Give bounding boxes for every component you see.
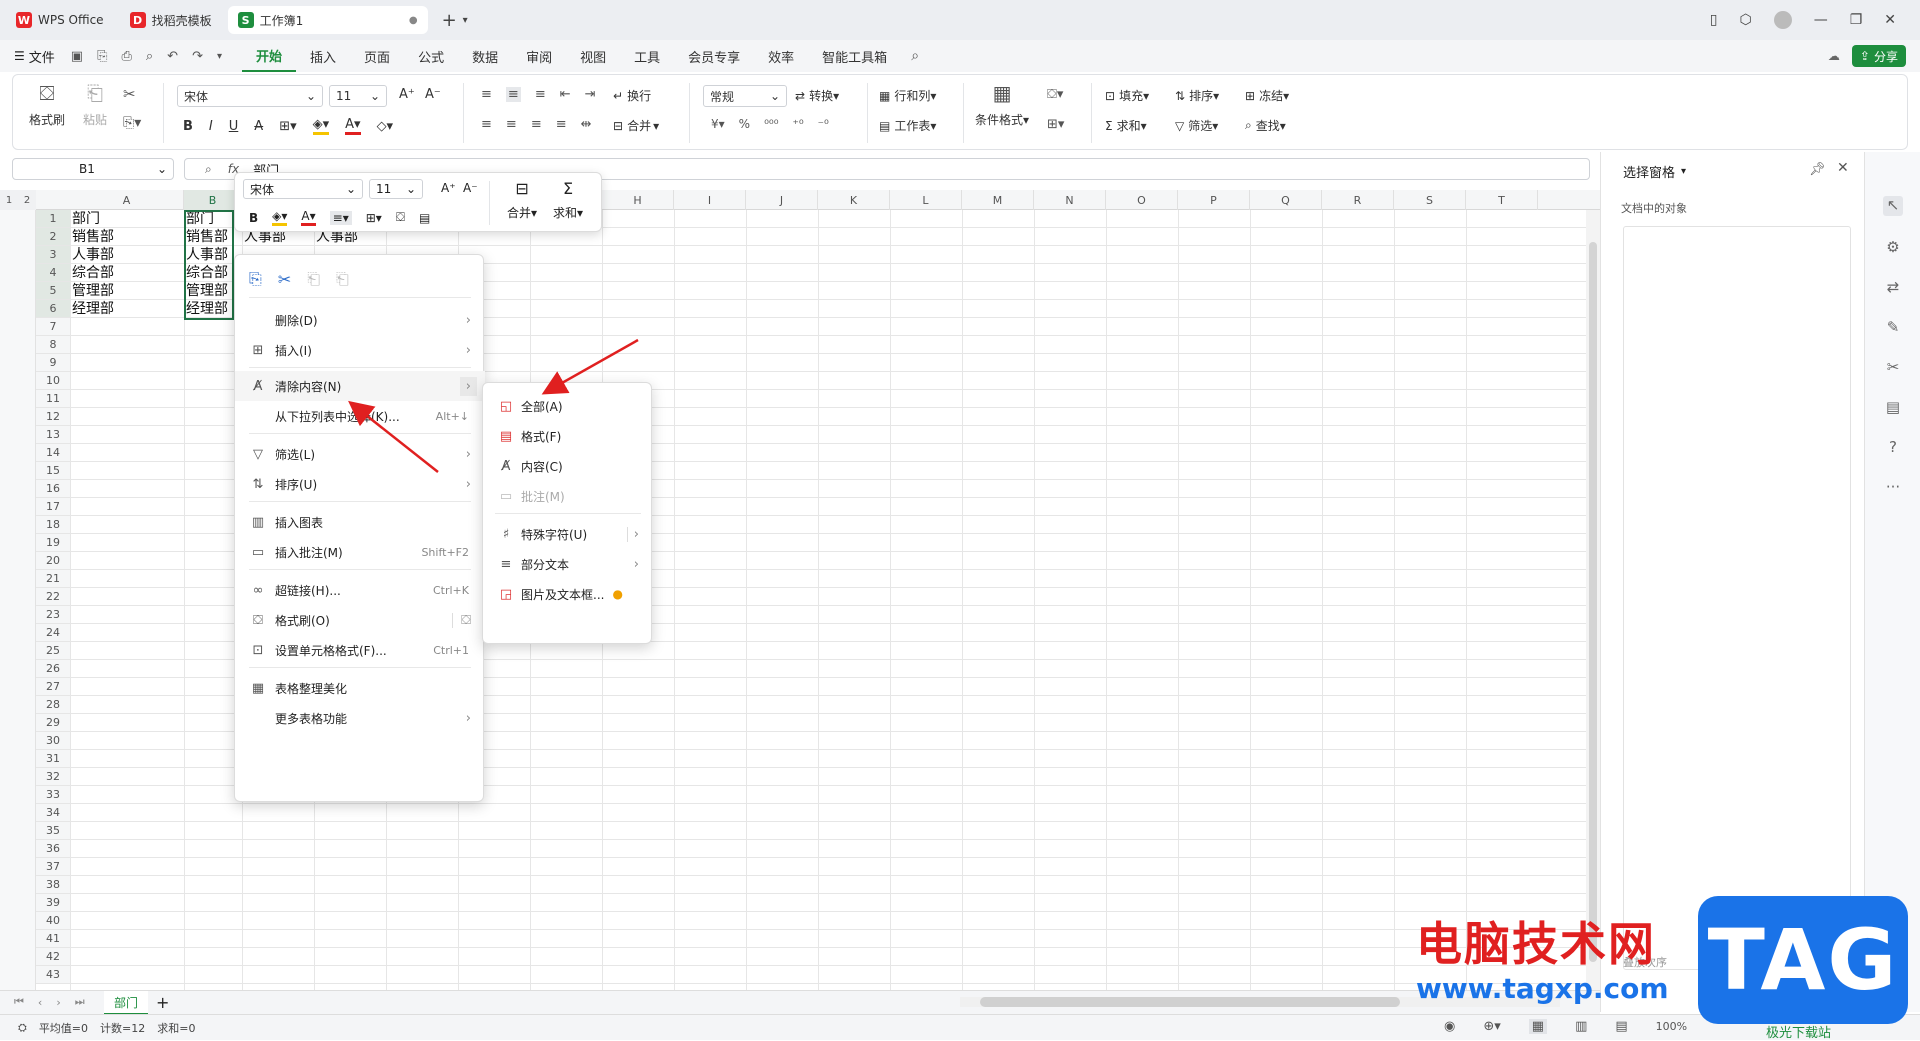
status-average: 平均值=0 <box>38 1022 89 1035</box>
last-sheet-icon[interactable]: ⏭ <box>75 995 85 1009</box>
watermark-title: 电脑技术网 <box>1416 917 1656 971</box>
pin-icon[interactable]: 📌︎ <box>1809 162 1826 177</box>
document-icon[interactable]: ▤ <box>1883 398 1903 418</box>
add-sheet-icon[interactable]: + <box>156 993 169 1012</box>
tools-icon[interactable]: ✂ <box>1883 358 1903 378</box>
hscroll-thumb[interactable] <box>980 997 1400 1007</box>
pane-subtitle: 文档中的对象 <box>1621 202 1687 215</box>
sheet-tab-active[interactable]: 部门 <box>104 991 149 1015</box>
watermark: 电脑技术网 www.tagxp.com TAG 极光下载站 <box>1410 896 1920 1041</box>
sheet-tab-label: 部门 <box>114 995 139 1010</box>
sheet-tab-bar: ⏮ ‹ › ⏭ 部门 + <box>0 990 1600 1015</box>
watermark-site: 极光下载站 <box>1766 1026 1832 1041</box>
ai-icon[interactable]: ✎ <box>1883 318 1903 338</box>
pane-title-area: 选择窗格 ▾ <box>1623 162 1686 181</box>
status-count: 计数=12 <box>100 1022 146 1035</box>
more-icon[interactable]: ··· <box>1883 478 1903 498</box>
arrow-to-clear-all <box>541 338 639 395</box>
macro-icon[interactable]: ⛭ <box>18 1021 27 1035</box>
pane-title: 选择窗格 <box>1623 166 1676 181</box>
cursor-icon[interactable]: ↖ <box>1883 196 1903 216</box>
tag-logo-text: TAG <box>1707 911 1899 1009</box>
tag-logo: TAG <box>1698 896 1908 1024</box>
adjust-icon[interactable]: ⚙ <box>1883 238 1903 258</box>
right-toolbar: ↖ ⚙ ⇄ ✎ ✂ ▤ ? ··· <box>1864 152 1920 1012</box>
arrow-to-clear-content <box>348 400 439 473</box>
object-list[interactable] <box>1623 226 1851 970</box>
help-icon[interactable]: ? <box>1883 438 1903 458</box>
first-sheet-icon[interactable]: ⏮ <box>14 995 24 1009</box>
status-sum: 求和=0 <box>157 1022 196 1035</box>
next-sheet-icon[interactable]: › <box>56 996 60 1009</box>
watermark-url: www.tagxp.com <box>1416 972 1669 1005</box>
chevron-down-icon[interactable]: ▾ <box>1681 166 1686 177</box>
close-icon[interactable]: ✕ <box>1837 160 1849 176</box>
prev-sheet-icon[interactable]: ‹ <box>38 996 42 1009</box>
selection-pane: 选择窗格 ▾ 📌︎ ✕ 文档中的对象 叠放次序 <box>1600 152 1864 1012</box>
sync-icon[interactable]: ⇄ <box>1883 278 1903 298</box>
